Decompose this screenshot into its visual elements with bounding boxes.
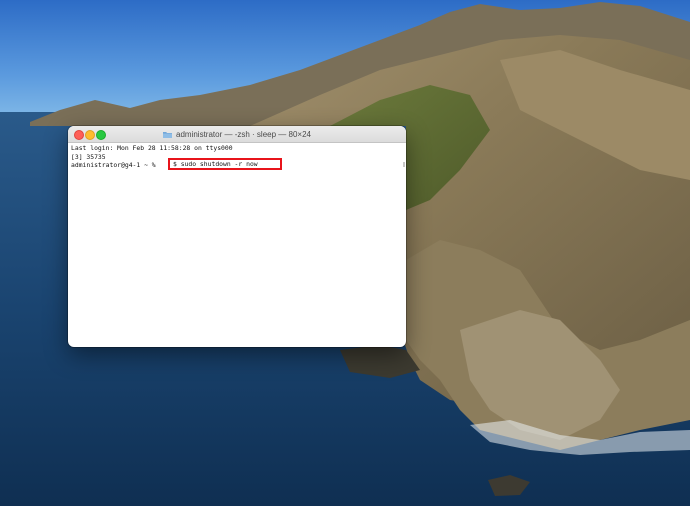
terminal-window[interactable]: administrator — -zsh · sleep — 80×24 Las… — [68, 126, 406, 347]
prompt-line: administrator@g4-1 ~ % $ sudo shutdown -… — [71, 158, 401, 170]
folder-icon — [163, 131, 173, 138]
window-title: administrator — -zsh · sleep — 80×24 — [176, 129, 311, 139]
desktop: administrator — -zsh · sleep — 80×24 Las… — [0, 0, 690, 506]
shell-prompt: administrator@g4-1 ~ % — [71, 161, 156, 169]
scrollbar[interactable] — [403, 162, 405, 167]
last-login-line: Last login: Mon Feb 28 11:58:28 on ttys0… — [71, 144, 233, 152]
highlighted-command[interactable]: $ sudo shutdown -r now — [168, 158, 282, 170]
terminal-content[interactable]: Last login: Mon Feb 28 11:58:28 on ttys0… — [71, 144, 401, 170]
title-bar[interactable]: administrator — -zsh · sleep — 80×24 — [68, 126, 406, 143]
window-title-wrap: administrator — -zsh · sleep — 80×24 — [68, 126, 406, 142]
